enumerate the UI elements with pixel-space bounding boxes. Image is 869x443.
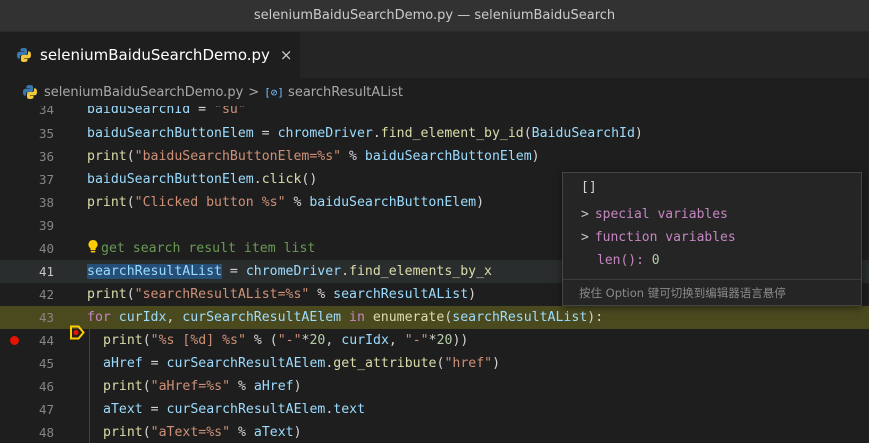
- chevron-right-icon: >: [581, 230, 589, 245]
- code-line[interactable]: 44 print("%s [%d] %s" % ("-"*20, curIdx,…: [0, 329, 869, 352]
- code-text: print("%s [%d] %s" % ("-"*20, curIdx, "-…: [87, 329, 468, 352]
- gutter[interactable]: 44: [0, 329, 80, 352]
- breadcrumb-file[interactable]: seleniumBaiduSearchDemo.py: [44, 85, 243, 100]
- line-number: 38: [38, 195, 54, 210]
- tab-seleniumbaidusearchdemo[interactable]: seleniumBaiduSearchDemo.py ×: [0, 32, 300, 78]
- indent-guide: [89, 375, 103, 398]
- code-text: get search result item list: [87, 237, 315, 260]
- tab-label: seleniumBaiduSearchDemo.py: [40, 46, 270, 64]
- line-number: 42: [38, 287, 54, 302]
- code-line[interactable]: 36 print("baiduSearchButtonElem=%s" % ba…: [0, 145, 869, 168]
- gutter[interactable]: 35: [0, 122, 80, 145]
- gutter[interactable]: 40: [0, 237, 80, 260]
- tree-item-special-variables[interactable]: > special variables: [563, 203, 861, 226]
- code-text: baiduSearchId = "su": [87, 106, 246, 117]
- gutter[interactable]: 42: [0, 283, 80, 306]
- gutter[interactable]: 34: [0, 106, 80, 121]
- line-number: 40: [38, 241, 54, 256]
- breadcrumb: seleniumBaiduSearchDemo.py > [⊘] searchR…: [0, 78, 869, 106]
- window-title-bar: seleniumBaiduSearchDemo.py — seleniumBai…: [0, 0, 869, 32]
- line-number: 47: [38, 402, 54, 417]
- hovered-variable: searchResultAList: [87, 264, 222, 279]
- code-text: searchResultAList = chromeDriver.find_el…: [87, 264, 492, 279]
- chevron-right-icon: >: [581, 207, 589, 222]
- code-line-executing[interactable]: 43 for curIdx, curSearchResultAElem in e…: [0, 306, 869, 340]
- line-number: 35: [38, 126, 54, 141]
- indent-guide: [89, 421, 103, 443]
- gutter[interactable]: 38: [0, 191, 80, 214]
- indent-guide: [89, 352, 103, 375]
- indent-guide: [89, 329, 103, 352]
- line-number: 36: [38, 149, 54, 164]
- chevron-right-icon: >: [248, 84, 260, 100]
- code-line[interactable]: 46 print("aHref=%s" % aHref): [0, 375, 869, 398]
- code-text: aHref = curSearchResultAElem.get_attribu…: [87, 352, 500, 375]
- debug-hover-widget: [] > special variables > function variable…: [562, 172, 862, 306]
- gutter[interactable]: 39: [0, 214, 80, 237]
- lightbulb-icon[interactable]: [87, 239, 99, 254]
- gutter[interactable]: 46: [0, 375, 80, 398]
- code-text: print("aHref=%s" % aHref): [87, 375, 302, 398]
- code-line[interactable]: 34 baiduSearchId = "su": [0, 106, 869, 121]
- breadcrumb-symbol[interactable]: searchResultAList: [288, 85, 403, 100]
- line-number: 37: [38, 172, 54, 187]
- line-number: 39: [38, 218, 54, 233]
- window-title: seleniumBaiduSearchDemo.py — seleniumBai…: [253, 8, 616, 23]
- tree-item-len[interactable]: len(): 0: [563, 249, 861, 272]
- gutter[interactable]: 36: [0, 145, 80, 168]
- close-icon[interactable]: ×: [280, 46, 293, 64]
- line-number: 46: [38, 379, 54, 394]
- gutter[interactable]: 37: [0, 168, 80, 191]
- hover-footer-hint: 按住 Option 键可切换到编辑器语言悬停: [563, 279, 861, 305]
- gutter[interactable]: 45: [0, 352, 80, 375]
- gutter[interactable]: 48: [0, 421, 80, 443]
- code-text: print("baiduSearchButtonElem=%s" % baidu…: [87, 149, 540, 164]
- debug-execution-arrow-icon[interactable]: [5, 310, 85, 340]
- line-number: 48: [38, 425, 54, 440]
- tree-item-function-variables[interactable]: > function variables: [563, 226, 861, 249]
- python-file-icon: [16, 47, 32, 63]
- code-line[interactable]: 48 print("aText=%s" % aText): [0, 421, 869, 443]
- code-line[interactable]: 35 baiduSearchButtonElem = chromeDriver.…: [0, 122, 869, 145]
- code-line[interactable]: 47 aText = curSearchResultAElem.text: [0, 398, 869, 421]
- gutter[interactable]: 41: [0, 260, 80, 283]
- code-text: for curIdx, curSearchResultAElem in enum…: [87, 310, 604, 325]
- breakpoint-icon[interactable]: [10, 336, 19, 345]
- gutter[interactable]: 47: [0, 398, 80, 421]
- line-number: 45: [38, 356, 54, 371]
- code-line[interactable]: 45 aHref = curSearchResultAElem.get_attr…: [0, 352, 869, 375]
- editor-tab-bar: seleniumBaiduSearchDemo.py ×: [0, 32, 869, 78]
- gutter[interactable]: 43: [0, 306, 85, 340]
- indent-guide: [89, 398, 103, 421]
- variable-symbol-icon: [⊘]: [264, 85, 285, 99]
- code-text: aText = curSearchResultAElem.text: [87, 398, 365, 421]
- line-number: 44: [38, 333, 54, 348]
- code-text: baiduSearchButtonElem.click(): [87, 172, 318, 187]
- code-text: print("searchResultAList=%s" % searchRes…: [87, 287, 477, 302]
- line-number: 34: [38, 106, 54, 117]
- line-number: 41: [38, 264, 54, 279]
- code-text: print("Clicked button %s" % baiduSearchB…: [87, 195, 485, 210]
- python-file-icon: [22, 84, 38, 100]
- code-text: print("aText=%s" % aText): [87, 421, 302, 443]
- hover-value: []: [581, 180, 597, 195]
- code-text: baiduSearchButtonElem = chromeDriver.fin…: [87, 126, 643, 141]
- line-number: 43: [38, 310, 54, 325]
